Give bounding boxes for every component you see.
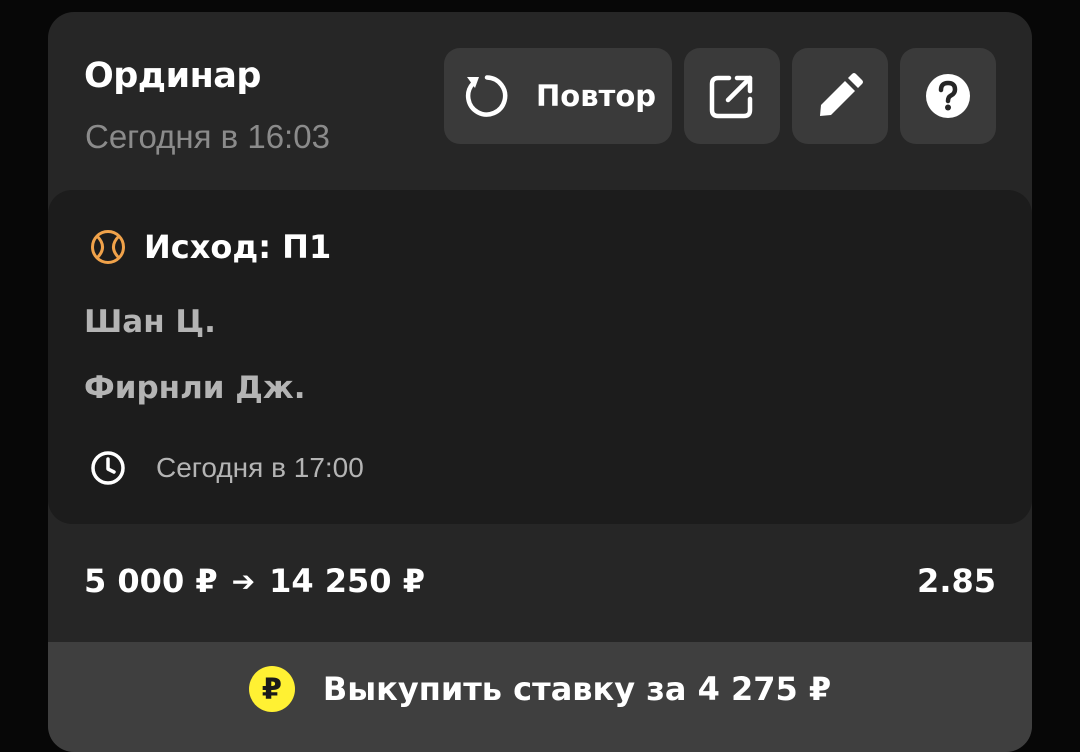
cashout-button[interactable]: ₽ Выкупить ставку за 4 275 ₽ <box>48 642 1032 752</box>
pencil-icon <box>817 73 863 119</box>
stake-summary: 5 000 ₽ ➔ 14 250 ₽ <box>84 562 425 600</box>
bet-placed-date: Сегодня в 16:03 <box>85 118 330 155</box>
outcome-row: Исход: П1 <box>90 228 331 266</box>
clock-icon <box>90 450 126 486</box>
potential-payout: 14 250 ₽ <box>269 562 425 600</box>
bet-type-title: Ординар <box>84 56 261 96</box>
arrow-right-icon: ➔ <box>231 564 256 598</box>
repeat-button-label: Повтор <box>536 79 657 113</box>
team-2-name: Фирнли Дж. <box>84 370 306 406</box>
team-1-name: Шан Ц. <box>84 304 216 340</box>
question-icon <box>925 73 971 119</box>
event-card: Исход: П1 Шан Ц. Фирнли Дж. Сегодня в 17… <box>48 190 1032 524</box>
event-start-row: Сегодня в 17:00 <box>90 450 364 486</box>
refresh-icon <box>462 71 512 121</box>
ruble-coin-icon: ₽ <box>248 666 295 712</box>
help-button[interactable] <box>900 48 996 144</box>
outcome-label: Исход: П1 <box>144 228 332 266</box>
coefficient: 2.85 <box>917 562 996 600</box>
repeat-button[interactable]: Повтор <box>444 48 672 144</box>
bet-card: Ординар Сегодня в 16:03 Повтор Исход: П1… <box>48 12 1032 752</box>
edit-button[interactable] <box>792 48 888 144</box>
tennis-ball-icon <box>90 229 126 265</box>
event-start-time: Сегодня в 17:00 <box>156 452 364 483</box>
cashout-label: Выкупить ставку за 4 275 ₽ <box>322 670 832 708</box>
external-link-icon <box>708 72 756 120</box>
share-button[interactable] <box>684 48 780 144</box>
stake-amount: 5 000 ₽ <box>84 562 218 600</box>
